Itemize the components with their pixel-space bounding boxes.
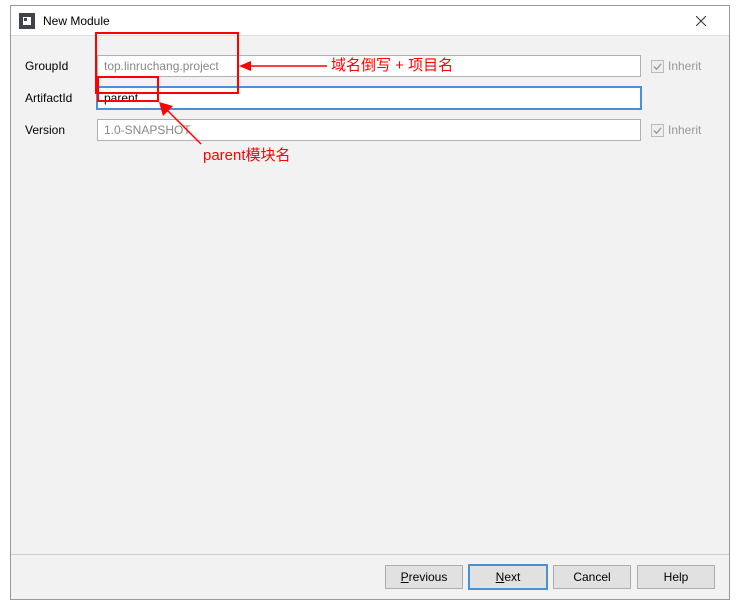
titlebar: New Module (11, 6, 729, 36)
version-row: Version Inherit (25, 118, 715, 142)
dialog-window: New Module GroupId Inherit ArtifactId XX… (10, 5, 730, 600)
version-label: Version (25, 123, 97, 137)
app-icon (19, 13, 35, 29)
groupid-inherit: Inherit (651, 59, 715, 73)
artifactid-label: ArtifactId (25, 91, 97, 105)
artifactid-row: ArtifactId XX (25, 86, 715, 110)
cancel-button[interactable]: Cancel (553, 565, 631, 589)
version-inherit: Inherit (651, 123, 715, 137)
next-button[interactable]: Next (469, 565, 547, 589)
content-area: GroupId Inherit ArtifactId XX Version (11, 36, 729, 554)
button-bar: Previous Next Cancel Help (11, 554, 729, 599)
previous-button[interactable]: Previous (385, 565, 463, 589)
annotation-text-bottom: parent模块名 (203, 144, 291, 165)
help-button[interactable]: Help (637, 565, 715, 589)
groupid-input[interactable] (97, 55, 641, 77)
inherit-label: Inherit (668, 59, 701, 73)
checkbox-icon (651, 124, 664, 137)
groupid-label: GroupId (25, 59, 97, 73)
inherit-label: Inherit (668, 123, 701, 137)
close-button[interactable] (681, 7, 721, 35)
version-input[interactable] (97, 119, 641, 141)
window-title: New Module (43, 14, 681, 28)
groupid-row: GroupId Inherit (25, 54, 715, 78)
artifactid-input[interactable] (97, 87, 641, 109)
checkbox-icon (651, 60, 664, 73)
